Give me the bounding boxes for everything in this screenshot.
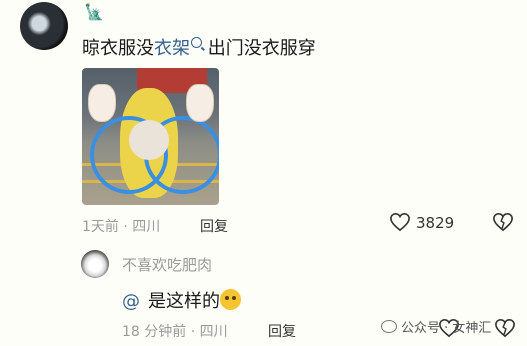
search-icon[interactable]: [191, 37, 202, 48]
sticker-hand-left: [88, 84, 116, 122]
wechat-icon: [381, 320, 397, 333]
reply-location: 四川: [199, 324, 228, 340]
comment-text-part1: 晾衣服没: [82, 38, 154, 59]
reply-meta: 18 分钟前 · 四川: [122, 324, 228, 340]
reply-time: 18 分钟前: [122, 324, 187, 340]
comment-location: 四川: [132, 219, 161, 235]
reply-mention-symbol[interactable]: @: [122, 291, 140, 312]
comment-sticker-image[interactable]: [82, 68, 219, 205]
comment-reply-button[interactable]: 回复: [200, 216, 228, 236]
comment-search-link[interactable]: 衣架: [154, 38, 190, 59]
replier-avatar[interactable]: [81, 250, 109, 278]
sticker-hand-right: [186, 84, 214, 122]
commenter-avatar[interactable]: [20, 2, 68, 50]
like-count: 3829: [416, 214, 455, 232]
watermark: 公众号 · 女神汇: [381, 317, 491, 336]
comment-time: 1天前: [82, 219, 119, 235]
reply-body: 是这样的: [148, 291, 220, 312]
statue-of-liberty-icon: 🗽: [84, 2, 104, 21]
dislike-heart-icon[interactable]: [494, 318, 516, 338]
reply-username[interactable]: 不喜欢吃肥肉: [122, 254, 212, 275]
watermark-name: 女神汇: [452, 321, 492, 336]
heart-icon[interactable]: [389, 212, 411, 232]
comment-text: 晾衣服没衣架 出门没衣服穿: [82, 34, 316, 60]
smiling-face-icon: [220, 289, 241, 310]
watermark-source: 公众号: [401, 321, 441, 336]
reply-text: @ 是这样的: [122, 287, 241, 313]
dislike-heart-icon[interactable]: [492, 212, 514, 232]
comment-meta: 1天前 · 四川: [82, 219, 161, 235]
comment-text-part2: 出门没衣服穿: [202, 38, 316, 59]
reply-reply-button[interactable]: 回复: [268, 321, 296, 341]
sticker-cat-face: [129, 120, 169, 160]
